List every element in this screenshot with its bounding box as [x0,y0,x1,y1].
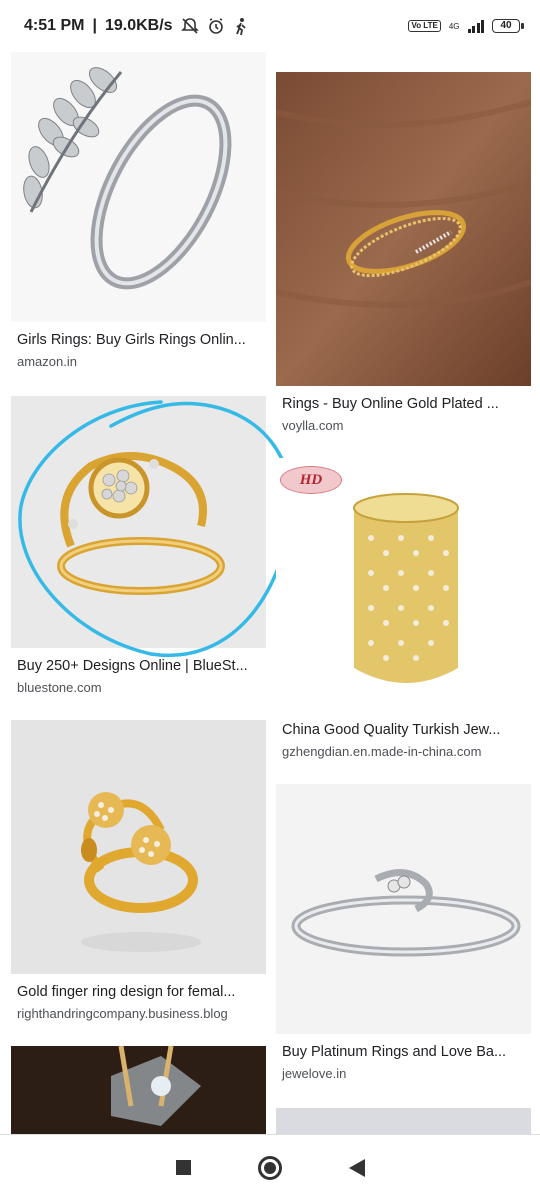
image-result-card[interactable] [276,1108,531,1136]
image-result-card[interactable]: Rings - Buy Online Gold Plated ... voyll… [276,72,531,442]
result-image-silver-leaf-ring[interactable] [11,52,266,322]
result-caption[interactable]: China Good Quality Turkish Jew... [282,722,527,738]
home-circle-icon [257,1155,282,1180]
result-caption[interactable]: Rings - Buy Online Gold Plated ... [282,396,527,412]
result-domain[interactable]: bluestone.com [17,680,102,695]
battery-level: 40 [500,20,512,31]
status-network-speed: 19.0KB/s [104,17,173,34]
image-result-card[interactable]: Buy Platinum Rings and Love Ba... jewelo… [276,784,531,1086]
status-left: 4:51 PM | 19.0KB/s [24,17,249,35]
result-caption[interactable]: Gold finger ring design for femal... [17,984,262,1000]
result-image-partial[interactable] [276,1108,531,1136]
result-caption[interactable]: Buy Platinum Rings and Love Ba... [282,1044,527,1060]
status-bar: 4:51 PM | 19.0KB/s Vo LTE 4G 40 [0,0,540,52]
result-image-platinum-ring[interactable] [276,784,531,1034]
back-button[interactable] [342,1153,372,1183]
square-icon [175,1160,191,1175]
status-time: 4:51 PM [24,17,85,34]
image-result-card[interactable]: Girls Rings: Buy Girls Rings Onlin... am… [11,52,266,372]
hd-watermark: HD [280,466,342,494]
status-right: Vo LTE 4G 40 [408,19,524,33]
volte-icon: Vo LTE [408,20,441,32]
back-triangle-icon [348,1158,365,1177]
result-domain[interactable]: jewelove.in [282,1066,346,1081]
status-icons [180,17,249,35]
result-domain[interactable]: righthandringcompany.business.blog [17,1006,228,1021]
walking-icon [235,18,246,35]
image-result-card[interactable]: HD China Good Quality Turkish Jew... gzh… [276,458,531,760]
battery-icon: 40 [492,19,524,33]
annotation-circle [18,400,294,658]
network-type: 4G [448,21,460,31]
result-image-diamond-ring[interactable] [11,1046,266,1136]
result-caption[interactable]: Buy 250+ Designs Online | BlueSt... [17,658,262,674]
image-result-card[interactable] [11,1046,266,1136]
result-image-gold-plated-ring[interactable] [276,72,531,386]
result-image-gold-finger-ring[interactable] [11,720,266,974]
signal-icon [467,19,484,33]
image-result-card[interactable]: Gold finger ring design for femal... rig… [11,720,266,1022]
result-domain[interactable]: amazon.in [17,354,77,369]
notifications-off-icon [180,18,199,34]
alarm-icon [208,18,223,34]
image-result-card[interactable]: Buy 250+ Designs Online | BlueSt... blue… [11,396,294,696]
recents-button[interactable] [168,1153,198,1183]
navigation-bar [0,1134,540,1200]
result-image-turkish-ring[interactable]: HD [276,458,531,710]
result-domain[interactable]: gzhengdian.en.made-in-china.com [282,744,481,759]
home-button[interactable] [255,1153,285,1183]
result-caption[interactable]: Girls Rings: Buy Girls Rings Onlin... [17,332,262,348]
status-separator: | [92,17,97,34]
